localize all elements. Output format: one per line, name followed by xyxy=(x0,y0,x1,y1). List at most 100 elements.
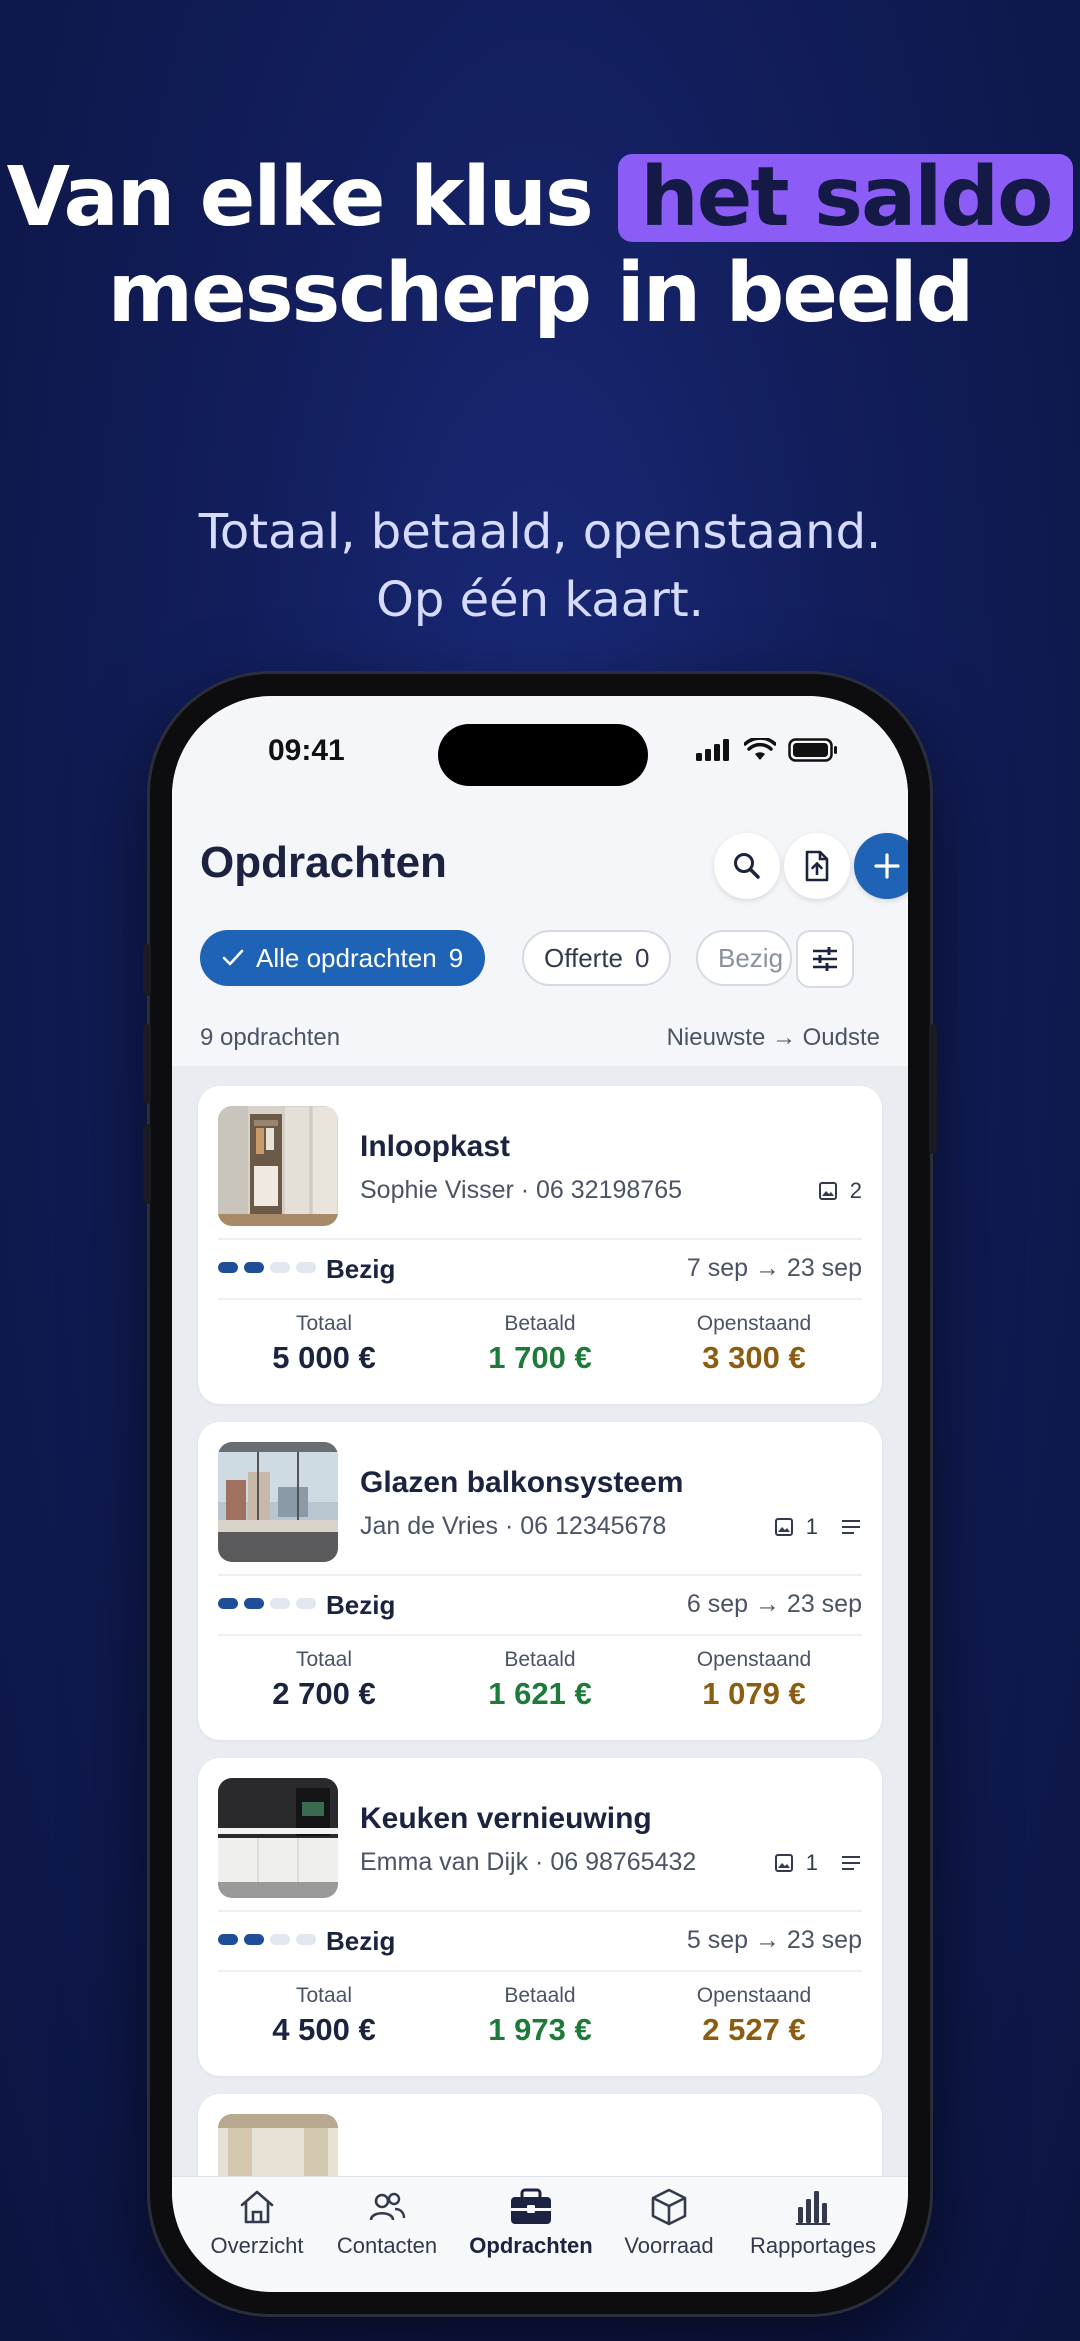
chip-bezig[interactable]: Bezig xyxy=(696,930,792,986)
image-icon xyxy=(774,1854,793,1872)
job-attachments: 1 xyxy=(774,1514,862,1540)
total-column: Totaal 4 500 € xyxy=(224,1984,424,2048)
headline-line2: messcherp in beeld xyxy=(107,246,975,341)
wifi-icon xyxy=(744,738,776,760)
tab-overzicht[interactable]: Overzicht xyxy=(192,2187,322,2259)
job-thumbnail-kitchen xyxy=(218,1778,338,1898)
job-dates: 5 sep → 23 sep xyxy=(686,1926,862,1954)
paid-column: Betaald 1 700 € xyxy=(440,1312,640,1376)
paid-label: Betaald xyxy=(504,1984,576,2007)
filter-settings-button[interactable] xyxy=(796,930,854,988)
total-value: 2 700 € xyxy=(272,1676,376,1711)
job-name: Keuken vernieuwing xyxy=(360,1802,652,1835)
headline-part1: Van elke klus xyxy=(6,150,594,245)
job-list: Inloopkast Sophie Visser · 06 32198765 2… xyxy=(172,1066,908,2176)
page-title: Opdrachten xyxy=(200,838,447,887)
divider xyxy=(218,1910,862,1912)
job-card[interactable]: Keuken vernieuwing Emma van Dijk · 06 98… xyxy=(198,1758,882,2076)
progress-dots xyxy=(218,1934,316,1945)
chip-label: Bezig xyxy=(718,942,784,973)
image-icon xyxy=(774,1518,793,1536)
client-name: Jan de Vries xyxy=(360,1512,499,1540)
notes-icon xyxy=(842,1856,860,1870)
job-card[interactable] xyxy=(198,2094,882,2176)
paid-column: Betaald 1 621 € xyxy=(440,1648,640,1712)
paid-label: Betaald xyxy=(504,1312,576,1335)
dynamic-island xyxy=(438,724,648,786)
volume-up-button xyxy=(143,1024,151,1104)
tab-opdrachten[interactable]: Opdrachten xyxy=(466,2187,596,2259)
tab-voorraad[interactable]: Voorraad xyxy=(604,2187,734,2259)
checkmark-icon xyxy=(222,949,244,966)
tab-label: Voorraad xyxy=(624,2233,714,2258)
tab-rapportages[interactable]: Rapportages xyxy=(748,2187,878,2259)
home-icon xyxy=(240,2190,274,2224)
job-thumbnail-balcony xyxy=(218,1442,338,1562)
promo-subline: Totaal, betaald, openstaand. Op één kaar… xyxy=(0,498,1080,634)
bar-chart-icon xyxy=(796,2191,830,2225)
job-dates: 6 sep → 23 sep xyxy=(686,1590,862,1618)
filter-chips: Alle opdrachten 9 Offerte 0 Bezig xyxy=(200,930,880,988)
contacts-icon xyxy=(369,2192,406,2221)
divider xyxy=(218,1970,862,1972)
photo-count: 1 xyxy=(805,1514,818,1539)
open-label: Openstaand xyxy=(696,1312,812,1335)
progress-dots xyxy=(218,1598,316,1609)
sort-toggle[interactable]: Nieuwste → Oudste xyxy=(667,1024,880,1052)
job-card[interactable]: Glazen balkonsysteem Jan de Vries · 06 1… xyxy=(198,1422,882,1740)
divider xyxy=(218,1238,862,1240)
client-phone: · 06 98765432 xyxy=(535,1848,697,1876)
client-name: Sophie Visser xyxy=(360,1176,514,1204)
chip-count: 0 xyxy=(635,942,650,973)
search-button[interactable] xyxy=(714,833,780,899)
total-label: Totaal xyxy=(295,1984,353,2007)
paid-value: 1 973 € xyxy=(488,2012,592,2047)
job-thumbnail-curtains xyxy=(218,2114,338,2176)
signal-icon xyxy=(696,739,729,761)
paid-value: 1 621 € xyxy=(488,1676,592,1711)
total-label: Totaal xyxy=(295,1648,353,1671)
divider xyxy=(218,1574,862,1576)
tab-label: Contacten xyxy=(336,2233,438,2258)
file-upload-icon xyxy=(805,850,829,882)
chip-count: 9 xyxy=(448,942,464,973)
chip-label: Alle opdrachten xyxy=(256,942,437,973)
status-time: 09:41 xyxy=(268,734,345,767)
status-label: Bezig xyxy=(326,1590,396,1620)
open-column: Openstaand 2 527 € xyxy=(654,1984,854,2048)
chip-alle-opdrachten[interactable]: Alle opdrachten 9 xyxy=(200,930,486,986)
mute-switch xyxy=(143,944,151,996)
divider xyxy=(218,1298,862,1300)
plus-icon xyxy=(874,853,900,879)
open-column: Openstaand 1 079 € xyxy=(654,1648,854,1712)
job-client: Sophie Visser · 06 32198765 xyxy=(360,1176,682,1205)
status-label: Bezig xyxy=(326,1254,396,1284)
job-card[interactable]: Inloopkast Sophie Visser · 06 32198765 2… xyxy=(198,1086,882,1404)
phone-frame: 09:41 Opdrachten Alle opdrachten 9 Offer… xyxy=(143,674,937,2314)
paid-label: Betaald xyxy=(504,1648,576,1671)
image-icon xyxy=(818,1182,837,1200)
box-icon xyxy=(651,2188,687,2226)
total-value: 5 000 € xyxy=(272,1340,376,1375)
chip-offerte[interactable]: Offerte 0 xyxy=(522,930,672,986)
job-dates: 7 sep → 23 sep xyxy=(686,1254,862,1282)
chip-label: Offerte xyxy=(544,942,624,973)
divider xyxy=(218,1634,862,1636)
volume-down-button xyxy=(143,1124,151,1204)
battery-icon xyxy=(788,738,837,762)
job-thumbnail-wardrobe xyxy=(218,1106,338,1226)
open-label: Openstaand xyxy=(696,1648,812,1671)
tab-label: Overzicht xyxy=(210,2233,304,2258)
paid-value: 1 700 € xyxy=(488,1340,592,1375)
job-name: Glazen balkonsysteem xyxy=(360,1466,684,1499)
tab-contacten[interactable]: Contacten xyxy=(322,2187,452,2259)
job-client: Emma van Dijk · 06 98765432 xyxy=(360,1848,696,1877)
job-count: 9 opdrachten xyxy=(200,1024,341,1051)
job-client: Jan de Vries · 06 12345678 xyxy=(360,1512,666,1541)
export-button[interactable] xyxy=(784,833,850,899)
open-column: Openstaand 3 300 € xyxy=(654,1312,854,1376)
briefcase-icon xyxy=(511,2188,551,2224)
photo-count: 2 xyxy=(849,1178,862,1203)
total-value: 4 500 € xyxy=(272,2012,376,2047)
app-screen: 09:41 Opdrachten Alle opdrachten 9 Offer… xyxy=(172,696,908,2292)
